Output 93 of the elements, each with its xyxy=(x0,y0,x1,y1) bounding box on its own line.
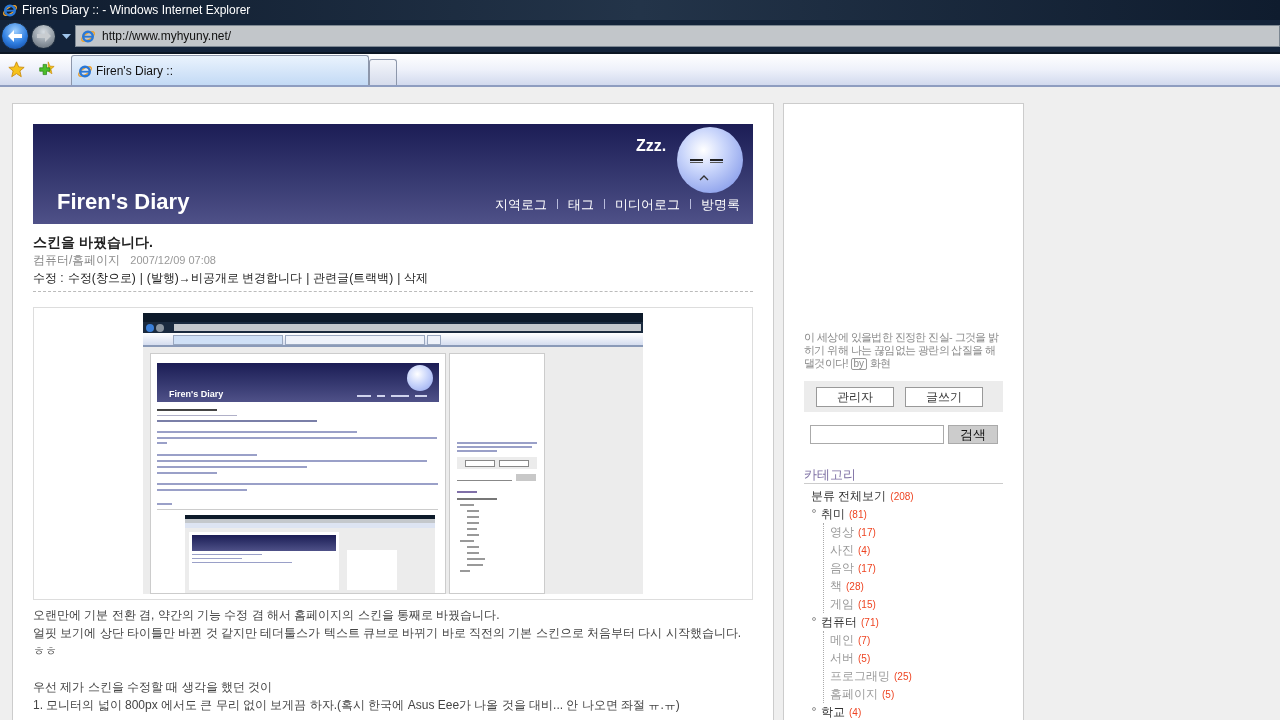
text-line xyxy=(157,503,172,505)
text-line xyxy=(460,540,474,542)
text-line xyxy=(157,472,217,474)
action-link[interactable]: 삭제 xyxy=(404,269,429,287)
category-link[interactable]: 분류 전체보기 xyxy=(811,487,887,505)
text-line xyxy=(415,395,427,397)
post-count: (17) xyxy=(858,525,876,540)
post-count: (4) xyxy=(858,543,871,558)
post-count: (15) xyxy=(858,597,876,612)
blog-menu-link[interactable]: 미디어로그 xyxy=(615,194,680,214)
text-line xyxy=(467,522,479,524)
post-count: (25) xyxy=(894,669,912,684)
post-count: (28) xyxy=(846,579,864,594)
post-count: (5) xyxy=(882,687,895,702)
blog-menu-link[interactable]: 태그 xyxy=(568,194,594,214)
window-title: Firen's Diary :: - Windows Internet Explorer xyxy=(22,2,251,19)
text-line xyxy=(192,558,242,559)
left-arrow-icon xyxy=(8,30,22,42)
mini-outlined-rectangle xyxy=(499,459,529,467)
post-text: 얼핏 보기에 상단 타이틀만 바뀐 것 같지만 테더툴스가 텍스트 큐브로 바뀌기 바로 직전의 기본 스킨으로 처음부터 다시 시작했습니다. ㅎㅎ xyxy=(33,625,742,660)
blog-menu-link[interactable]: 방명록 xyxy=(701,194,740,214)
text-line xyxy=(192,554,262,555)
text-line xyxy=(391,395,409,397)
bullet-icon xyxy=(812,707,816,711)
bullet-icon xyxy=(812,509,816,513)
caret-icon xyxy=(61,33,71,39)
favorites-button[interactable] xyxy=(7,60,25,78)
post-title: 스킨을 바꿨습니다. xyxy=(33,233,154,251)
star-icon xyxy=(7,60,25,78)
post-date: 2007/12/09 07:08 xyxy=(130,252,216,268)
mini-underline xyxy=(457,480,512,481)
post-count: (7) xyxy=(858,633,871,648)
separator-text: | xyxy=(139,270,143,287)
text-line xyxy=(357,395,371,397)
browser-logo-icon xyxy=(2,2,18,18)
post-text: 1. 모니터의 넓이 800px 에서도 큰 무리 없이 보게끔 하자.(혹시 한국에 Asus Eee가 나올 것을 대비... 안 나오면 좌절 ㅠ.ㅠ) xyxy=(33,697,681,714)
star-plus-icon xyxy=(37,60,55,78)
text-line xyxy=(467,552,479,554)
zzz-text: Zzz. xyxy=(636,137,667,155)
text-line xyxy=(467,558,485,560)
admin-button[interactable]: 글쓰기 xyxy=(905,386,983,407)
text-line xyxy=(467,534,479,536)
text-line xyxy=(460,504,474,506)
post-count: (71) xyxy=(861,615,879,630)
right-arrow-icon xyxy=(36,30,51,42)
text-line xyxy=(157,409,217,411)
post-count: (5) xyxy=(858,651,871,666)
separator-text: | xyxy=(397,270,401,287)
text-line xyxy=(457,450,497,452)
category-link[interactable]: 취미 xyxy=(821,505,845,523)
text-line xyxy=(467,546,479,548)
url-text: http://www.myhyuny.net/ xyxy=(102,28,232,45)
mini-outlined-rectangle xyxy=(465,459,495,467)
separator-text: | xyxy=(306,270,310,287)
back-button[interactable] xyxy=(1,22,29,50)
blog-title: Firen's Diary xyxy=(57,189,190,215)
text-line xyxy=(467,564,483,566)
mini-tab-shape xyxy=(427,335,441,345)
category-heading: 카테고리 xyxy=(804,467,1003,484)
bullet-icon xyxy=(812,617,816,621)
text-line xyxy=(457,498,497,500)
post-count: (17) xyxy=(858,561,876,576)
post-text: 오랜만에 기분 전환 겸, 약간의 기능 수정 겸 해서 홈페이지의 스킨을 통째로 바꿨습니다. xyxy=(33,607,501,624)
category-link[interactable]: 컴퓨터/홈페이지 xyxy=(33,251,121,269)
text-line xyxy=(457,491,477,493)
quote-text: 이 세상에 있을법한 진정한 진실- 그것을 밝히기 위해 나는 끊임없는 광란의 삽질을 해 댈것이다! by 화현 xyxy=(804,331,1000,370)
post-text: 우선 제가 스킨을 수정할 때 생각을 했던 것이 xyxy=(33,679,274,696)
mini-filled-rectangle xyxy=(516,474,536,481)
action-link[interactable]: 수정(창으로) xyxy=(67,269,136,287)
post-count: (4) xyxy=(849,705,862,720)
mini-moon-icon xyxy=(407,365,433,391)
search-field[interactable] xyxy=(810,425,944,444)
actions-label: 수정 : xyxy=(33,270,64,287)
admin-button[interactable]: 관리자 xyxy=(816,386,894,407)
blog-menu-link[interactable]: 지역로그 xyxy=(495,194,547,214)
address-field[interactable]: http://www.myhyuny.net/ xyxy=(75,25,1280,47)
search-button[interactable]: 검색 xyxy=(948,425,998,444)
sleeping-moon-icon xyxy=(677,127,743,193)
action-link[interactable]: 관련글(트랙백) xyxy=(313,269,394,287)
text-line xyxy=(467,516,479,518)
post-count: (81) xyxy=(849,507,867,522)
post-count: (208) xyxy=(890,489,914,504)
browser-tab[interactable]: Firen's Diary :: xyxy=(71,55,369,85)
text-line xyxy=(467,510,479,512)
category-link[interactable]: 학교 xyxy=(821,703,845,720)
screenshot-banner-title: Firen's Diary xyxy=(169,389,224,399)
mini-back-icon xyxy=(146,323,154,332)
page-icon xyxy=(80,28,96,44)
new-tab-button[interactable] xyxy=(369,59,397,85)
add-favorites-button[interactable] xyxy=(37,60,55,78)
category-link[interactable]: 컴퓨터 xyxy=(821,613,857,631)
mini-forward-icon xyxy=(156,323,164,332)
action-link[interactable]: (발행)→비공개로 변경합니다 xyxy=(146,269,303,287)
